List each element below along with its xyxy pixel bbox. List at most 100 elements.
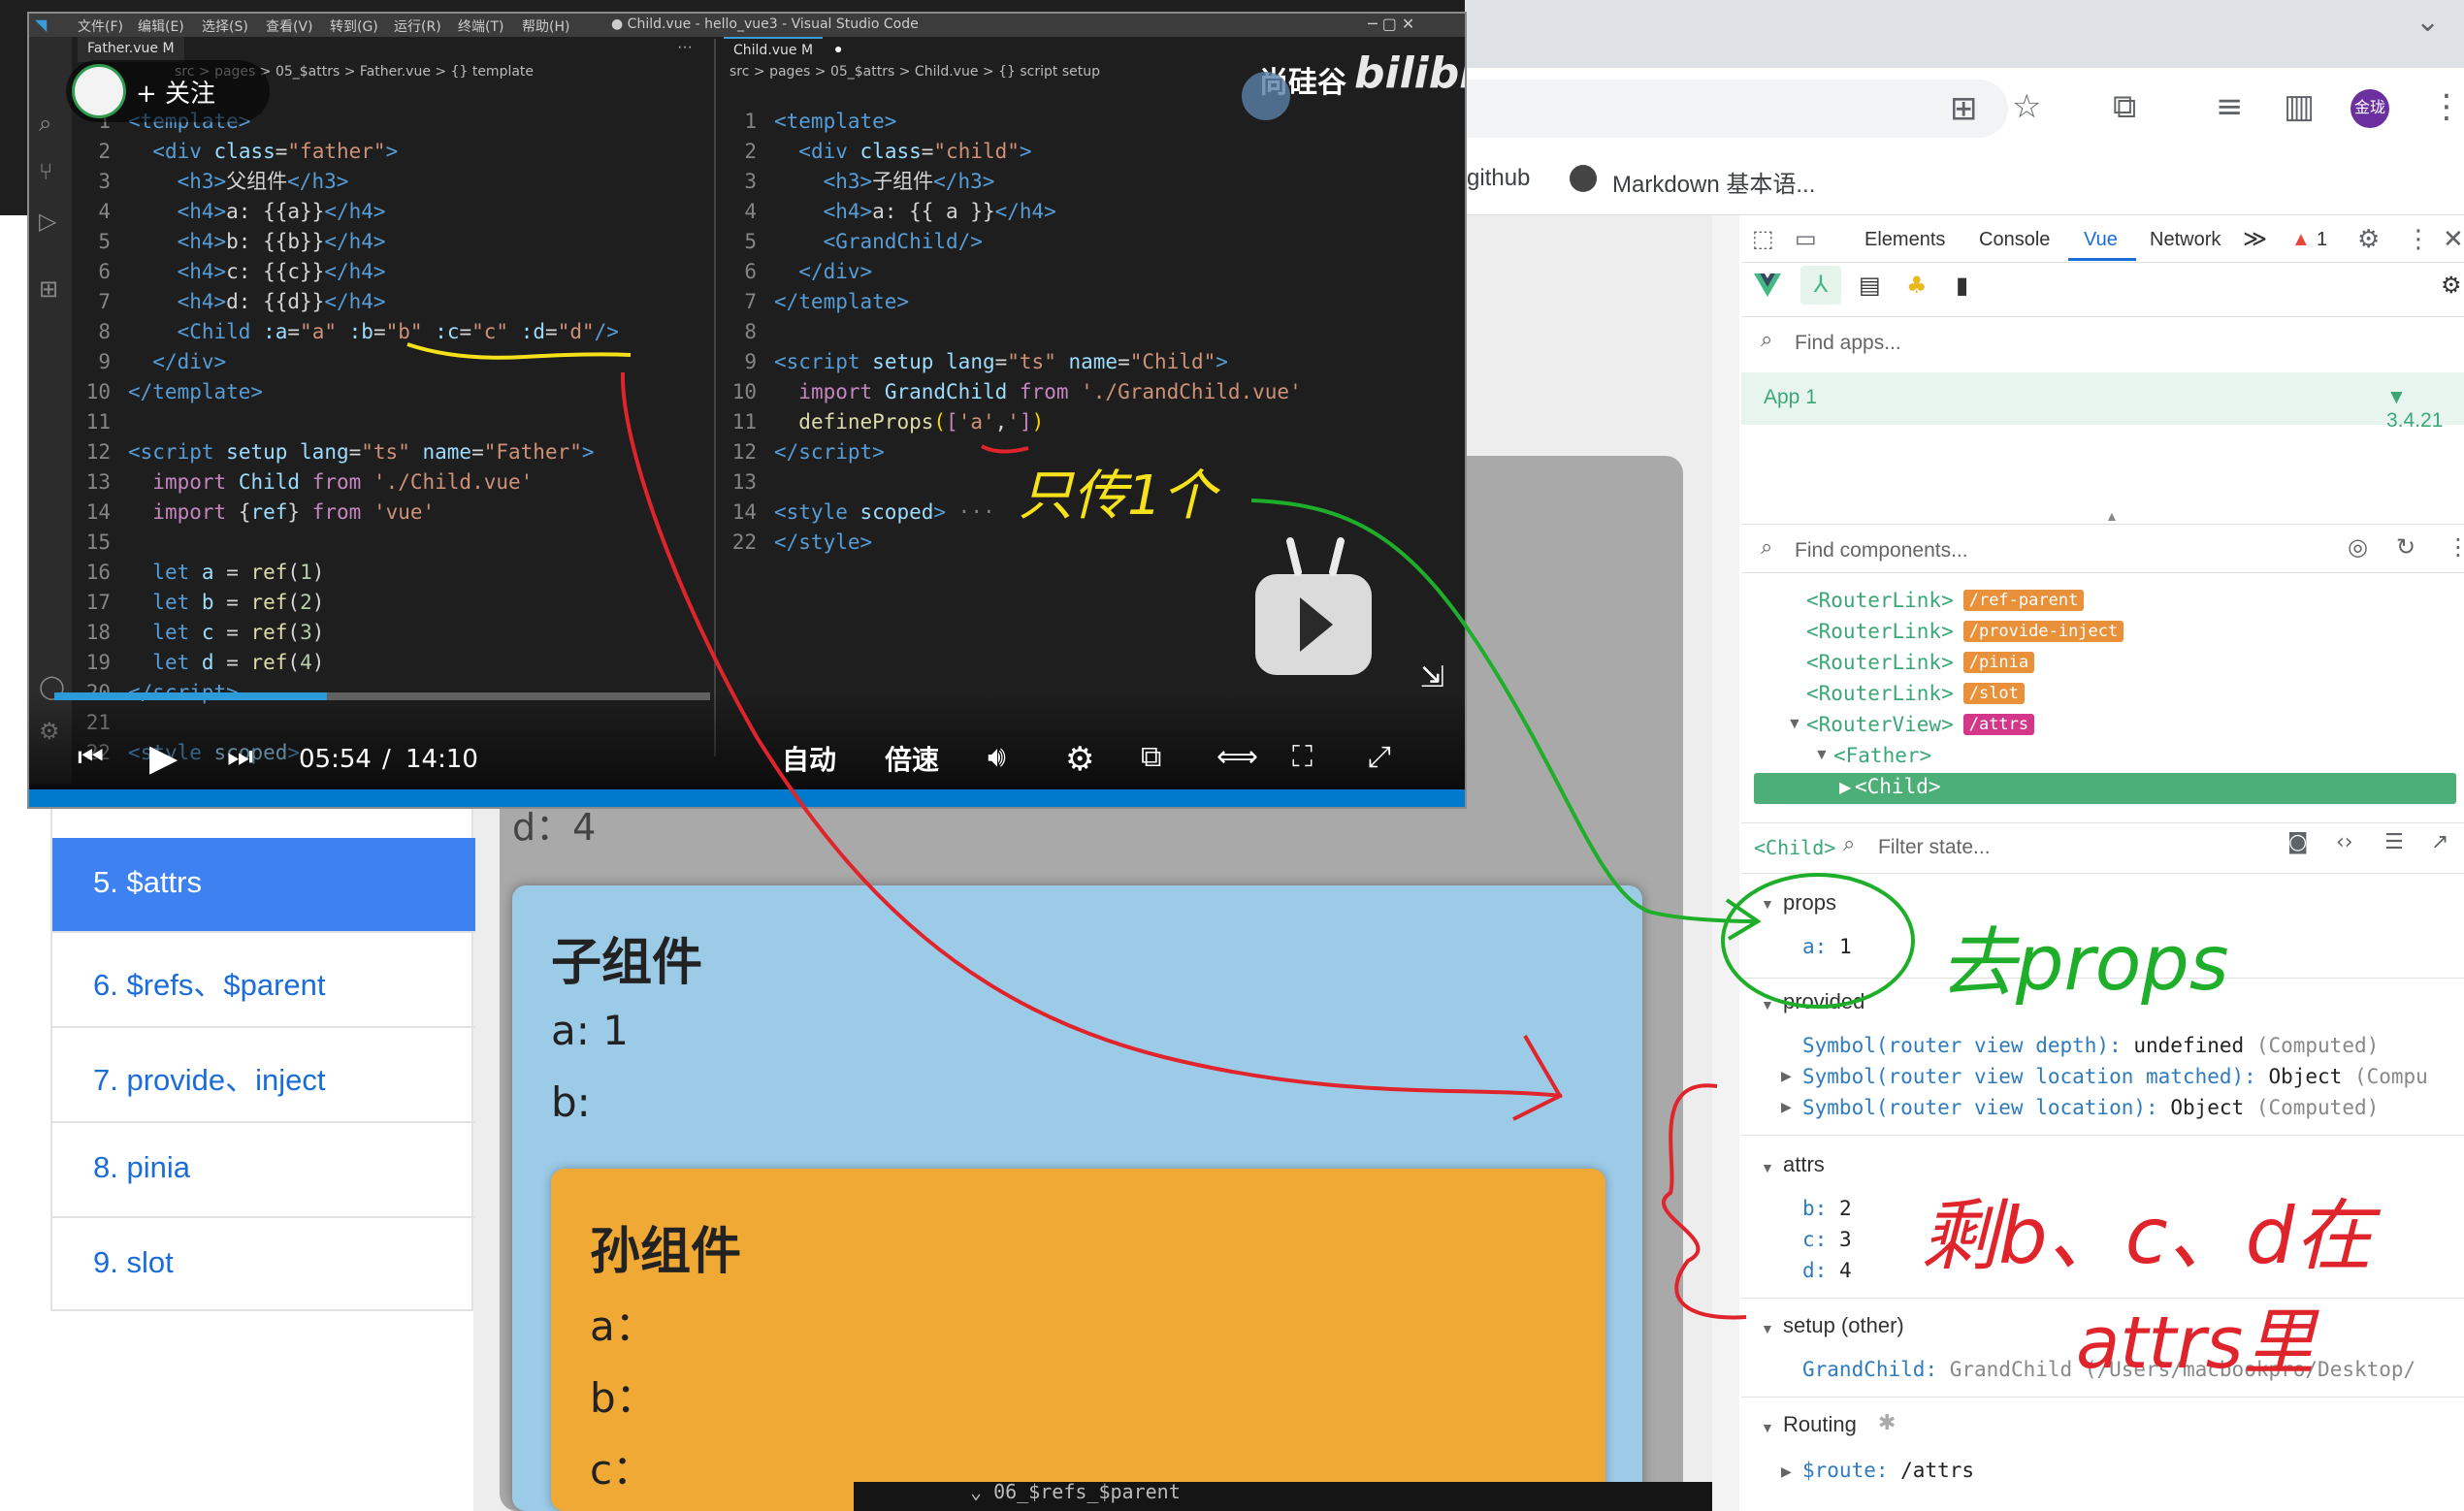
expand-arrow-icon[interactable]: ▼ — [1787, 716, 1802, 733]
route-row[interactable]: $route: /attrs — [1802, 1459, 1974, 1482]
address-bar[interactable] — [1465, 80, 2008, 138]
play-icon[interactable]: ▶ — [149, 739, 178, 776]
pinia-icon[interactable]: ♣ — [1906, 273, 1928, 297]
section-props[interactable]: props — [1783, 890, 1836, 916]
vue-settings-icon[interactable]: ⚙ — [2441, 273, 2462, 297]
nav-item-provide-inject[interactable]: 7. provide、inject — [52, 1028, 475, 1123]
section-routing[interactable]: Routing — [1783, 1412, 1857, 1437]
code-line: let a = ref(1) — [152, 561, 325, 584]
expand-arrow-icon[interactable]: ▶ — [1781, 1068, 1792, 1084]
select-component-icon[interactable]: ◎ — [2348, 535, 2368, 559]
settings-icon[interactable]: ⚙ — [2357, 227, 2380, 252]
line-number: 13 — [85, 470, 111, 494]
tab-network[interactable]: Network — [2150, 229, 2221, 251]
device-toolbar-icon[interactable]: ▭ — [1795, 227, 1817, 250]
expand-arrow-icon[interactable]: ▶ — [1781, 1099, 1792, 1115]
more-icon[interactable]: ⋮ — [2430, 90, 2463, 123]
expand-arrow-icon[interactable]: ▶ — [1781, 1463, 1792, 1480]
router-icon[interactable]: ▮ — [1956, 273, 1968, 297]
tree-item-routerlink[interactable]: <RouterLink>/slot — [1806, 682, 2025, 705]
line-number: 9 — [98, 350, 111, 373]
follow-label[interactable]: + 关注 — [136, 74, 215, 110]
tree-item-routerlink[interactable]: <RouterLink>/pinia — [1806, 651, 2035, 674]
chevron-down-icon[interactable]: ⌄ — [2415, 8, 2440, 37]
star-icon[interactable]: ☆ — [2012, 90, 2041, 123]
quality-button[interactable]: 自动 — [782, 747, 836, 774]
section-setup[interactable]: setup (other) — [1783, 1313, 1904, 1338]
tree-item-child[interactable]: <Child> — [1855, 775, 1941, 798]
section-attrs[interactable]: attrs — [1783, 1152, 1825, 1177]
expand-arrow-icon[interactable]: ▶ — [1839, 778, 1851, 797]
more-icon[interactable]: ⋮ — [2447, 535, 2464, 559]
tree-item-routerlink[interactable]: <RouterLink>/ref-parent — [1806, 589, 2085, 612]
translate-icon[interactable]: ⊞ — [1950, 92, 1978, 125]
refresh-icon[interactable]: ↻ — [2396, 535, 2415, 559]
warning-count[interactable]: 1 — [2317, 229, 2327, 251]
tree-item-father[interactable]: <Father> — [1833, 744, 1931, 767]
nav-item-refs-parent[interactable]: 6. $refs、$parent — [52, 933, 475, 1028]
settings-icon[interactable]: ⚙ — [1065, 743, 1094, 776]
tab-vue[interactable]: Vue — [2084, 229, 2118, 251]
find-components-input[interactable]: Find components... — [1795, 539, 1968, 563]
fullscreen-icon[interactable]: ⤢ — [1368, 743, 1391, 772]
widescreen-icon[interactable]: ⟺ — [1216, 743, 1258, 772]
screenshot-icon[interactable]: ◙ — [2287, 832, 2308, 853]
webfullscreen-icon[interactable]: ⛶ — [1292, 743, 1313, 772]
filter-state-input[interactable]: Filter state... — [1878, 836, 1991, 859]
source-control-icon: ⑂ — [39, 159, 53, 185]
open-external-icon[interactable]: ↗ — [2431, 832, 2448, 853]
uploader-avatar — [72, 64, 126, 118]
components-tree-icon[interactable]: ⅄ — [1800, 266, 1841, 305]
tab-elements[interactable]: Elements — [1864, 229, 1945, 251]
line-number: 10 — [731, 380, 757, 403]
extensions-icon[interactable]: ⧉ — [2113, 90, 2136, 123]
pip-icon[interactable]: ⧉ — [1141, 743, 1161, 772]
expand-arrow-icon[interactable]: ▼ — [1761, 1321, 1774, 1336]
tree-item-routerlink[interactable]: <RouterLink>/provide-inject — [1806, 620, 2124, 643]
grandchild-a-value: a： — [590, 1302, 656, 1350]
expand-arrow-icon[interactable]: ▼ — [1761, 1420, 1774, 1435]
inspect-icon[interactable]: ⬚ — [1752, 227, 1774, 250]
app-row-selected[interactable] — [1741, 372, 2464, 425]
expand-arrow-icon[interactable]: ▼ — [1761, 1160, 1774, 1175]
provided-row[interactable]: Symbol(router view location): Object (Co… — [1802, 1096, 2379, 1119]
nav-item-slot[interactable]: 9. slot — [52, 1218, 475, 1313]
close-icon[interactable]: ✕ — [2443, 227, 2464, 252]
find-apps-input[interactable]: Find apps... — [1795, 332, 1901, 355]
previous-icon[interactable]: ⏮ — [78, 743, 104, 772]
expand-arrow-icon[interactable]: ▼ — [1761, 997, 1774, 1013]
line-number: 12 — [85, 440, 111, 464]
volume-icon[interactable]: 🔊︎ — [988, 743, 1006, 772]
overflow-tabs-icon[interactable]: ≫ — [2243, 225, 2267, 253]
code-line: </template> — [774, 290, 910, 313]
more-icon[interactable]: ⋮ — [2406, 227, 2431, 252]
next-icon[interactable]: ⏭ — [227, 743, 253, 772]
section-provided[interactable]: provided — [1783, 989, 1864, 1014]
bookmark-github[interactable]: github — [1467, 165, 1530, 192]
code-line: defineProps(['a',']) — [798, 410, 1045, 434]
speed-button[interactable]: 倍速 — [885, 747, 939, 774]
expand-arrow-icon[interactable]: ▼ — [1814, 747, 1830, 764]
video-player[interactable]: ◥ 文件(F) 编辑(E) 选择(S) 查看(V) 转到(G) 运行(R) 终端… — [27, 12, 1467, 809]
nav-item-pinia[interactable]: 8. pinia — [52, 1123, 475, 1218]
tab-console[interactable]: Console — [1979, 229, 2050, 251]
line-number: 5 — [98, 230, 111, 253]
media-icon[interactable]: ≡ — [2216, 90, 2244, 123]
provided-row[interactable]: Symbol(router view location matched): Ob… — [1802, 1065, 2428, 1088]
list-icon[interactable]: ☰ — [2384, 832, 2404, 853]
expand-arrow-icon[interactable]: ▼ — [1761, 896, 1774, 912]
code-line: <h4>c: {{c}}</h4> — [177, 260, 386, 283]
line-number: 2 — [98, 140, 111, 163]
menu-run: 运行(R) — [394, 19, 441, 35]
code-line: <h4>b: {{b}}</h4> — [177, 230, 386, 253]
avatar[interactable]: 金珑 — [2351, 89, 2389, 128]
timeline-icon[interactable]: ▤ — [1859, 273, 1881, 297]
code-icon[interactable]: ‹› — [2336, 832, 2353, 853]
collapse-handle[interactable]: ▲ — [2105, 508, 2119, 524]
nav-item-attrs[interactable]: 5. $attrs — [52, 838, 475, 933]
side-panel-icon[interactable]: ▥ — [2284, 90, 2315, 123]
warning-icon[interactable]: ▲ — [2291, 229, 2311, 251]
scroll-arrow-icon: ⇲ — [1420, 660, 1445, 694]
bookmark-markdown[interactable]: Markdown 基本语... — [1612, 165, 1815, 199]
tree-item-routerview[interactable]: <RouterView>/attrs — [1806, 713, 2035, 736]
